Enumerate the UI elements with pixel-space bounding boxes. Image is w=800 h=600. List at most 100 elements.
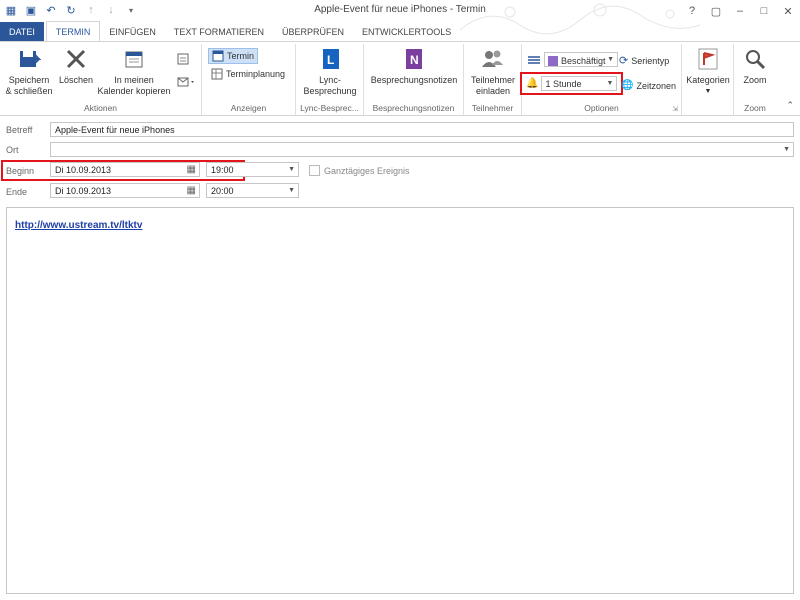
globe-icon: 🌐 <box>621 80 634 91</box>
location-input[interactable]: ▼ <box>50 142 794 157</box>
appointment-icon <box>212 50 224 62</box>
chevron-down-icon: ▼ <box>704 88 712 95</box>
ribbon-display-button[interactable]: ▢ <box>704 0 728 22</box>
lync-meeting-label: Lync- Besprechung <box>303 75 357 96</box>
chevron-down-icon: ▼ <box>288 187 295 194</box>
attendees-icon <box>480 46 506 72</box>
recurrence-button[interactable]: ⟳ Serientyp <box>619 54 669 67</box>
meeting-options-icon[interactable] <box>176 74 196 88</box>
all-day-label: Ganztägiges Ereignis <box>324 166 410 176</box>
tab-einfuegen[interactable]: EINFÜGEN <box>100 22 165 42</box>
group-kategorien: Kategorien ▼ <box>682 44 734 115</box>
forward-icon[interactable] <box>176 52 190 66</box>
recurrence-icon: ⟳ <box>619 55 629 67</box>
title-bar: ▦ ▣ ↶ ↻ ↑ ↓ ▾ Apple-Event für neue iPhon… <box>0 0 800 35</box>
window-controls: ? ▢ – □ ✕ <box>680 0 800 22</box>
tab-ueberpruefen[interactable]: ÜBERPRÜFEN <box>273 22 353 42</box>
time-zones-button[interactable]: 🌐 Zeitzonen <box>621 80 676 91</box>
onenote-icon: N <box>401 46 427 72</box>
save-close-label: Speichern & schließen <box>5 75 53 96</box>
chevron-down-icon[interactable]: ▼ <box>783 146 790 153</box>
time-zones-label: Zeitzonen <box>636 80 676 91</box>
categorize-label: Kategorien <box>686 75 730 85</box>
calendar-copy-icon <box>121 46 147 72</box>
body-link[interactable]: http://www.ustream.tv/ltktv <box>15 220 142 231</box>
group-lync: L Lync- Besprechung Lync-Besprec... <box>296 44 364 115</box>
lync-icon: L <box>317 46 343 72</box>
ende-label: Ende <box>6 187 28 197</box>
recurrence-label: Serientyp <box>631 55 670 66</box>
ribbon: Speichern & schließen Löschen In meinen … <box>0 41 800 116</box>
chevron-down-icon: ▼ <box>606 80 614 87</box>
busy-color-swatch <box>548 55 558 66</box>
categorize-button[interactable]: Kategorien ▼ <box>684 46 732 97</box>
chevron-down-icon: ▼ <box>607 56 614 63</box>
start-time-input[interactable]: 19:00 ▼ <box>206 162 299 177</box>
bell-icon: 🔔 <box>526 78 539 89</box>
help-button[interactable]: ? <box>680 0 704 22</box>
close-button[interactable]: ✕ <box>776 0 800 22</box>
group-label-lync: Lync-Besprec... <box>300 103 359 113</box>
flag-icon <box>695 46 721 72</box>
tab-termin[interactable]: TERMIN <box>45 21 101 42</box>
zoom-button[interactable]: Zoom <box>736 46 774 86</box>
start-date-input[interactable]: Di 10.09.2013 ▦ <box>50 162 200 177</box>
group-label-optionen: Optionen <box>584 103 619 113</box>
tab-text-formatieren[interactable]: TEXT FORMATIEREN <box>165 22 273 42</box>
appointment-body-editor[interactable]: http://www.ustream.tv/ltktv <box>6 207 794 594</box>
svg-text:N: N <box>410 53 419 67</box>
meeting-notes-button[interactable]: N Besprechungsnotizen <box>368 46 460 86</box>
invite-attendees-label: Teilnehmer einladen <box>470 75 516 96</box>
group-teilnehmer: Teilnehmer einladen Teilnehmer <box>464 44 522 115</box>
tab-entwicklertools[interactable]: ENTWICKLERTOOLS <box>353 22 460 42</box>
show-as-icon <box>528 55 540 64</box>
group-label-anzeigen: Anzeigen <box>230 103 267 113</box>
subject-input[interactable]: Apple-Event für neue iPhones <box>50 122 794 137</box>
calendar-picker-icon[interactable]: ▦ <box>187 164 196 175</box>
scheduling-icon <box>211 68 223 80</box>
reminder-dropdown[interactable]: 1 Stunde ▼ <box>541 76 618 91</box>
save-close-icon <box>16 46 42 72</box>
svg-text:L: L <box>327 53 334 67</box>
view-terminplanung-label: Terminplanung <box>226 69 286 79</box>
view-terminplanung-button[interactable]: Terminplanung <box>211 68 285 80</box>
view-termin-button[interactable]: Termin <box>208 48 259 64</box>
start-date-value: Di 10.09.2013 <box>55 165 112 175</box>
collapse-ribbon-icon[interactable]: ⌃ <box>786 100 794 111</box>
betreff-label: Betreff <box>6 125 33 135</box>
beginn-label: Beginn <box>6 166 35 176</box>
minimize-button[interactable]: – <box>728 0 752 22</box>
group-anzeigen: Termin Terminplanung Anzeigen <box>202 44 296 115</box>
start-time-value: 19:00 <box>211 165 234 175</box>
chevron-down-icon: ▼ <box>288 166 295 173</box>
copy-to-calendar-label: In meinen Kalender kopieren <box>97 75 171 96</box>
delete-button[interactable]: Löschen <box>56 46 96 86</box>
save-close-button[interactable]: Speichern & schließen <box>4 46 54 97</box>
maximize-button[interactable]: □ <box>752 0 776 22</box>
end-date-input[interactable]: Di 10.09.2013 ▦ <box>50 183 200 198</box>
all-day-checkbox[interactable] <box>309 165 320 176</box>
meeting-notes-label: Besprechungsnotizen <box>370 75 458 85</box>
reminder-value: 1 Stunde <box>545 79 582 89</box>
tab-datei[interactable]: DATEI <box>0 22 44 42</box>
group-label-zoom: Zoom <box>744 103 766 113</box>
view-termin-label: Termin <box>227 51 255 61</box>
end-time-input[interactable]: 20:00 ▼ <box>206 183 299 198</box>
calendar-picker-icon[interactable]: ▦ <box>187 185 196 196</box>
group-label-aktionen: Aktionen <box>83 103 118 113</box>
end-date-value: Di 10.09.2013 <box>55 186 112 196</box>
end-time-value: 20:00 <box>211 186 234 196</box>
show-as-value: Beschäftigt <box>561 55 606 66</box>
reminder-dropdown-highlight: 🔔 1 Stunde ▼ <box>520 72 624 95</box>
invite-attendees-button[interactable]: Teilnehmer einladen <box>468 46 518 97</box>
copy-to-calendar-button[interactable]: In meinen Kalender kopieren <box>94 46 174 97</box>
ort-label: Ort <box>6 145 19 155</box>
magnifier-icon <box>742 46 768 72</box>
delete-icon <box>63 46 89 72</box>
dialog-launcher-icon[interactable]: ⇲ <box>672 105 678 113</box>
lync-meeting-button[interactable]: L Lync- Besprechung <box>300 46 360 97</box>
delete-label: Löschen <box>58 75 94 85</box>
show-as-dropdown[interactable]: Beschäftigt ▼ <box>527 52 618 67</box>
group-aktionen: Speichern & schließen Löschen In meinen … <box>0 44 202 115</box>
group-label-besprechungsnotizen: Besprechungsnotizen <box>372 103 455 113</box>
